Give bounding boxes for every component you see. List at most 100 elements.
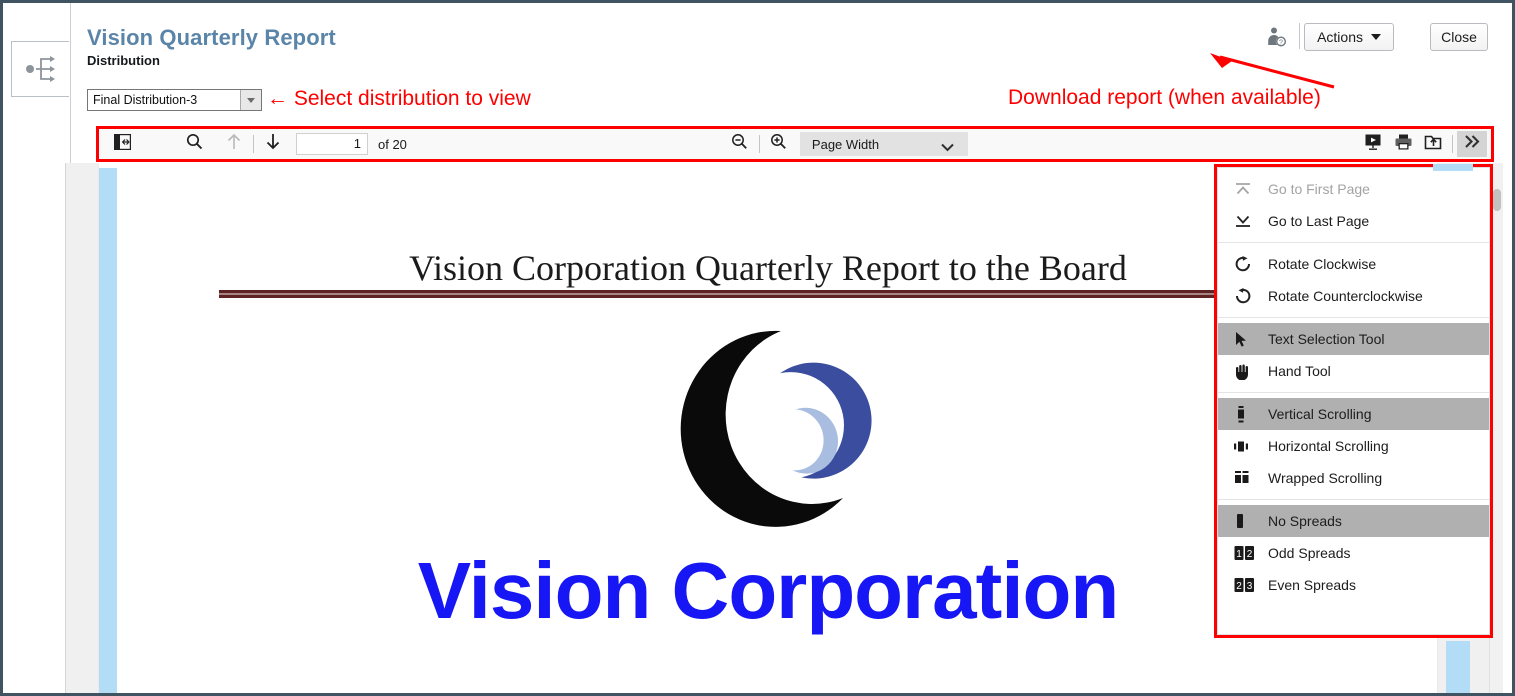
menu-separator bbox=[1218, 317, 1489, 318]
menu-item-label: Even Spreads bbox=[1268, 577, 1356, 593]
zoom-out-icon bbox=[731, 133, 748, 155]
menu-tab-cap bbox=[1433, 164, 1473, 171]
toolbar-right-group bbox=[1358, 131, 1491, 157]
menu-item-label: No Spreads bbox=[1268, 513, 1342, 529]
no-spreads-icon bbox=[1234, 513, 1262, 529]
menu-item-label: Wrapped Scrolling bbox=[1268, 470, 1383, 486]
go-to-last-page-icon bbox=[1234, 213, 1262, 229]
print-icon bbox=[1394, 133, 1413, 156]
menu-item-rotate-clockwise[interactable]: Rotate Clockwise bbox=[1218, 248, 1489, 280]
horizontal-scrolling-icon bbox=[1234, 440, 1262, 453]
vertical-scrolling-icon bbox=[1234, 405, 1262, 423]
search-icon bbox=[186, 133, 203, 155]
odd-spreads-icon: 1 2 bbox=[1234, 545, 1262, 561]
presentation-mode-icon bbox=[1364, 133, 1382, 156]
actions-button-label: Actions bbox=[1317, 29, 1363, 45]
left-rail bbox=[3, 3, 71, 693]
double-chevron-right-icon bbox=[1464, 134, 1481, 154]
secondary-toolbar-menu: Go to First Page Go to Last Page Rotate … bbox=[1217, 164, 1490, 635]
presentation-mode-button[interactable] bbox=[1358, 131, 1388, 157]
toolbar-separator bbox=[1452, 135, 1453, 153]
toolbar-separator bbox=[758, 135, 760, 153]
menu-item-go-to-first-page[interactable]: Go to First Page bbox=[1218, 173, 1489, 205]
menu-item-label: Rotate Clockwise bbox=[1268, 256, 1377, 272]
menu-item-label: Go to Last Page bbox=[1268, 213, 1370, 229]
chevron-down-icon bbox=[1371, 34, 1381, 40]
zoom-scale-select[interactable]: Page Width bbox=[799, 132, 968, 156]
menu-separator bbox=[1218, 499, 1489, 500]
rotate-counterclockwise-icon bbox=[1234, 287, 1262, 305]
find-button[interactable] bbox=[179, 131, 209, 157]
go-to-first-page-icon bbox=[1234, 181, 1262, 197]
menu-separator bbox=[1218, 242, 1489, 243]
distribution-select[interactable]: Final Distribution-3 bbox=[87, 89, 262, 111]
menu-item-go-to-last-page[interactable]: Go to Last Page bbox=[1218, 205, 1489, 237]
menu-item-label: Horizontal Scrolling bbox=[1268, 438, 1389, 454]
arrow-down-icon bbox=[265, 133, 281, 155]
menu-separator bbox=[1218, 392, 1489, 393]
page-number-input[interactable]: 1 bbox=[296, 133, 368, 155]
svg-text:2: 2 bbox=[1236, 581, 1242, 592]
page-selection-band-left bbox=[99, 168, 117, 693]
cursor-arrow-icon bbox=[1234, 331, 1262, 348]
svg-text:2: 2 bbox=[1247, 549, 1253, 560]
menu-item-label: Vertical Scrolling bbox=[1268, 406, 1372, 422]
next-page-button[interactable] bbox=[258, 131, 288, 157]
zoom-scale-value: Page Width bbox=[811, 136, 880, 152]
save-download-icon bbox=[1424, 133, 1442, 156]
zoom-out-button[interactable] bbox=[725, 131, 755, 157]
menu-item-rotate-counterclockwise[interactable]: Rotate Counterclockwise bbox=[1218, 280, 1489, 312]
svg-text:3: 3 bbox=[1247, 581, 1253, 592]
arrow-up-icon bbox=[226, 133, 242, 155]
svg-text:?: ? bbox=[1279, 39, 1283, 46]
menu-item-text-selection-tool[interactable]: Text Selection Tool bbox=[1218, 323, 1489, 355]
sidebar-toggle-button[interactable] bbox=[107, 131, 137, 157]
pdf-toolbar: 1 of 20 Page Width bbox=[99, 129, 1491, 159]
wrapped-scrolling-icon bbox=[1234, 470, 1262, 486]
menu-item-hand-tool[interactable]: Hand Tool bbox=[1218, 355, 1489, 387]
menu-item-odd-spreads[interactable]: 1 2 Odd Spreads bbox=[1218, 537, 1489, 569]
page-selection-band-right bbox=[1446, 641, 1470, 693]
menu-item-label: Hand Tool bbox=[1268, 363, 1331, 379]
annotation-select-distribution: ← Select distribution to view bbox=[267, 87, 531, 110]
even-spreads-icon: 2 3 bbox=[1234, 577, 1262, 593]
page-total-label: of 20 bbox=[378, 136, 407, 152]
chevron-down-icon bbox=[941, 140, 954, 155]
save-download-button[interactable] bbox=[1418, 131, 1448, 157]
zoom-in-icon bbox=[770, 133, 787, 155]
menu-item-no-spreads[interactable]: No Spreads bbox=[1218, 505, 1489, 537]
header-divider bbox=[1299, 23, 1300, 49]
menu-item-even-spreads[interactable]: 2 3 Even Spreads bbox=[1218, 569, 1489, 601]
workflow-panel-tab[interactable] bbox=[11, 41, 69, 97]
actions-button[interactable]: Actions bbox=[1304, 23, 1394, 51]
user-help-icon[interactable]: ? bbox=[1262, 23, 1290, 51]
menu-item-vertical-scrolling[interactable]: Vertical Scrolling bbox=[1218, 398, 1489, 430]
hand-icon bbox=[1234, 363, 1262, 380]
vertical-scrollbar-thumb[interactable] bbox=[1493, 189, 1501, 211]
svg-text:1: 1 bbox=[1236, 549, 1242, 560]
chevron-down-icon bbox=[240, 90, 261, 110]
menu-item-horizontal-scrolling[interactable]: Horizontal Scrolling bbox=[1218, 430, 1489, 462]
close-button[interactable]: Close bbox=[1430, 23, 1488, 51]
workflow-branch-icon bbox=[24, 54, 58, 84]
vision-crescent-logo bbox=[653, 323, 883, 528]
page-title: Vision Quarterly Report bbox=[87, 25, 336, 50]
secondary-menu-highlight: Go to First Page Go to Last Page Rotate … bbox=[1214, 164, 1493, 638]
toolbar-separator bbox=[253, 135, 254, 153]
previous-page-button[interactable] bbox=[219, 131, 249, 157]
menu-item-label: Rotate Counterclockwise bbox=[1268, 288, 1423, 304]
page-subtitle: Distribution bbox=[87, 53, 160, 68]
menu-item-label: Odd Spreads bbox=[1268, 545, 1351, 561]
close-button-label: Close bbox=[1441, 29, 1477, 45]
rotate-clockwise-icon bbox=[1234, 255, 1262, 273]
zoom-in-button[interactable] bbox=[764, 131, 794, 157]
sidebar-toggle-icon bbox=[113, 133, 131, 155]
more-tools-button[interactable] bbox=[1457, 131, 1487, 157]
pdf-toolbar-highlight: 1 of 20 Page Width bbox=[96, 126, 1494, 162]
annotation-arrow-icon bbox=[1210, 53, 1335, 89]
report-distribution-window: Vision Quarterly Report Distribution ? A… bbox=[0, 0, 1515, 696]
menu-item-wrapped-scrolling[interactable]: Wrapped Scrolling bbox=[1218, 462, 1489, 494]
print-button[interactable] bbox=[1388, 131, 1418, 157]
distribution-select-value: Final Distribution-3 bbox=[93, 93, 198, 107]
menu-item-label: Go to First Page bbox=[1268, 181, 1370, 197]
